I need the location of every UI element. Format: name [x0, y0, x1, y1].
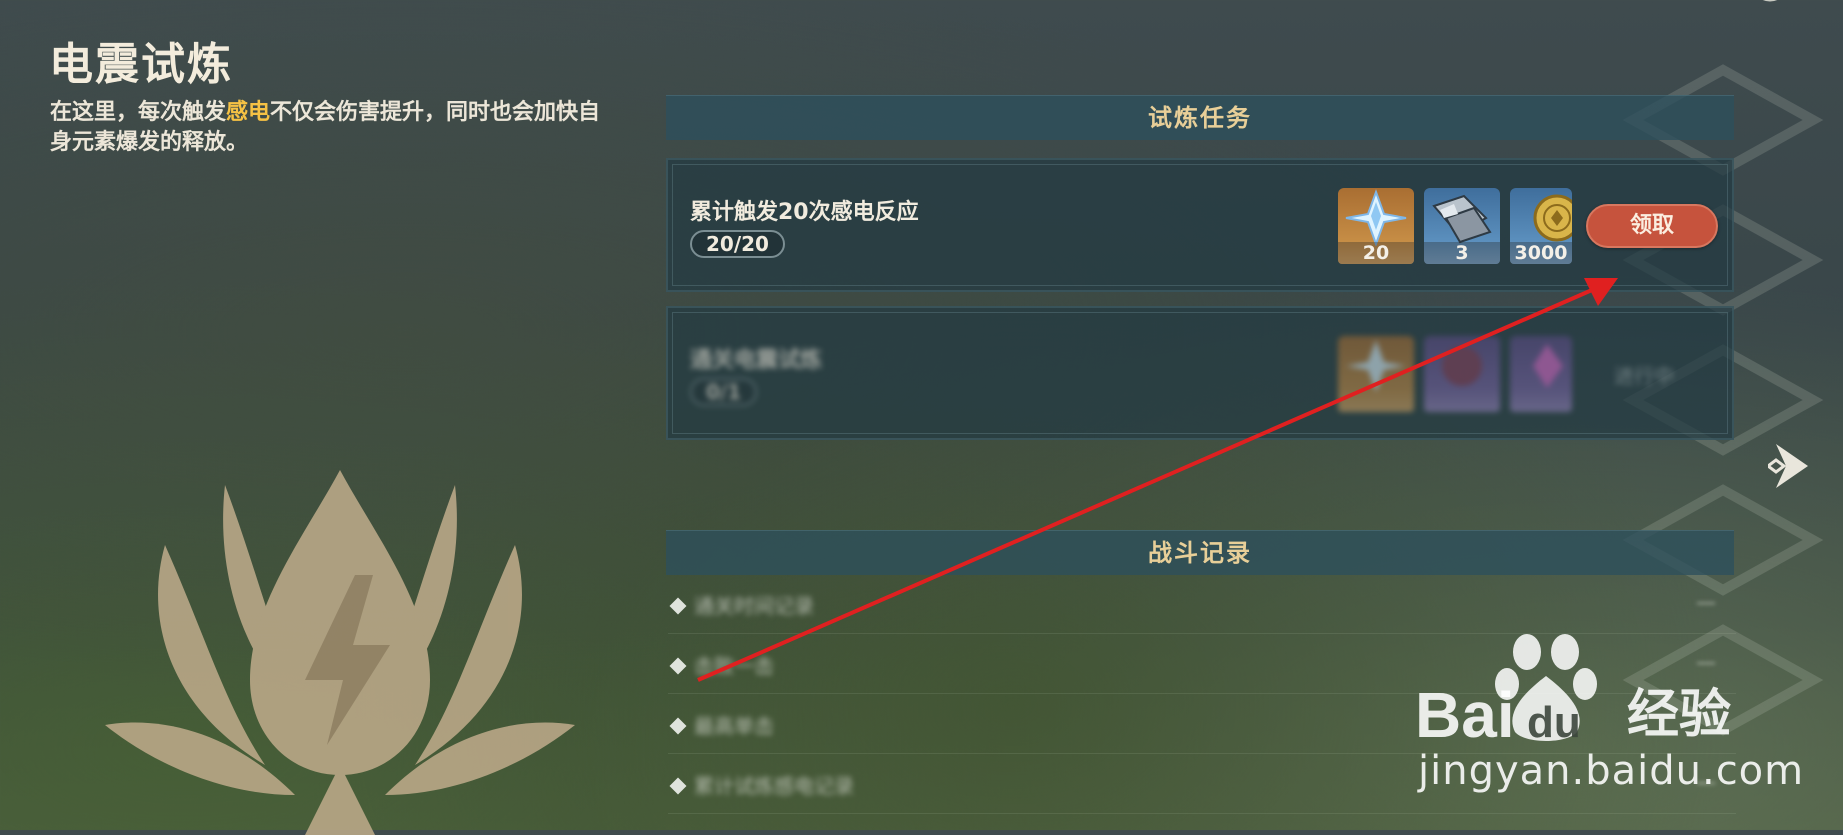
svg-text:du: du — [1527, 698, 1581, 747]
reward-item[interactable]: 20 — [1338, 188, 1414, 264]
watermark-url: jingyan.baidu.com — [1418, 748, 1805, 794]
electro-emblem-icon — [105, 470, 575, 835]
record-item: 通关时间记录 — — [668, 578, 1736, 634]
bullet-icon — [669, 777, 687, 795]
record-label: 击败一击 — [694, 654, 774, 678]
reward-item[interactable] — [1338, 336, 1414, 412]
description-highlight: 感电 — [226, 100, 271, 125]
page-description: 在这里，每次触发感电不仅会伤害提升，同时也会加快自身元素爆发的释放。 — [50, 98, 610, 158]
close-icon[interactable] — [1752, 0, 1788, 6]
reward-item[interactable]: 3 — [1424, 188, 1500, 264]
quest-progress-badge: 20/20 — [690, 230, 785, 258]
bullet-icon — [669, 717, 687, 735]
records-section-header: 战斗记录 — [666, 530, 1734, 575]
mystic-enhancement-ore-icon — [1432, 194, 1492, 244]
reward-item[interactable] — [1424, 336, 1500, 412]
svg-text:经验: 经验 — [1627, 685, 1731, 745]
mora-coin-icon — [1533, 194, 1572, 242]
bullet-icon — [669, 597, 687, 615]
quests-section-header: 试炼任务 — [666, 95, 1734, 140]
weapon-material-icon — [1442, 346, 1482, 386]
description-text: 在这里，每次触发 — [50, 100, 227, 125]
crystal-material-icon — [1533, 344, 1563, 388]
primogem-icon — [1345, 189, 1407, 246]
page-title: 电震试炼 — [49, 39, 233, 90]
svg-text:Bai: Bai — [1415, 679, 1515, 751]
record-value: — — [1696, 590, 1716, 614]
quest-row: 累计触发20次感电反应 20/20 20 3 3000 领取 — [666, 158, 1734, 292]
reward-item[interactable] — [1510, 336, 1572, 412]
quest-row: 通关电震试炼 0/1 进行中 — [666, 306, 1734, 440]
record-label: 通关时间记录 — [694, 594, 814, 618]
bullet-icon — [669, 657, 687, 675]
claim-reward-button[interactable]: 领取 — [1586, 204, 1718, 248]
next-page-arrow-icon[interactable] — [1768, 440, 1812, 492]
quest-name: 通关电震试炼 — [690, 348, 823, 373]
reward-item[interactable]: 3000 — [1510, 188, 1572, 264]
reward-count: 3000 — [1510, 242, 1572, 264]
primogem-icon — [1346, 340, 1406, 392]
record-label: 最高单击 — [694, 714, 774, 738]
reward-count: 3 — [1424, 242, 1500, 264]
quest-status-label: 进行中 — [1614, 364, 1674, 388]
reward-count: 20 — [1338, 242, 1414, 264]
quest-progress-badge: 0/1 — [690, 378, 758, 406]
quest-name: 累计触发20次感电反应 — [690, 200, 919, 225]
record-label: 累计试炼感电记录 — [694, 774, 854, 798]
